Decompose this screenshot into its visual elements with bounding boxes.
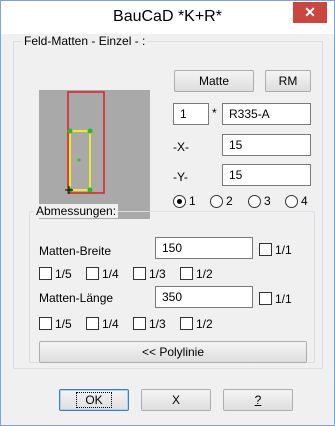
y-offset-label: -Y- bbox=[173, 170, 188, 184]
breite-fraction-checkbox-4[interactable] bbox=[180, 267, 193, 280]
breite-full-checkbox[interactable] bbox=[259, 243, 272, 256]
x-offset-input[interactable]: 15 bbox=[222, 134, 311, 156]
window-title: BauCaD *K+R* bbox=[113, 8, 222, 25]
group-feld-matten-legend: Feld-Matten - Einzel - : bbox=[22, 34, 148, 48]
breite-label: Matten-Breite bbox=[39, 244, 112, 258]
laenge-fraction-label-2: 1/4 bbox=[102, 317, 119, 331]
radio-option-2-label: 2 bbox=[226, 194, 233, 208]
x-offset-label: -X- bbox=[173, 140, 189, 154]
help-button[interactable]: ? bbox=[223, 389, 293, 411]
times-label: * bbox=[212, 106, 217, 120]
laenge-fraction-label-3: 1/3 bbox=[149, 317, 166, 331]
breite-fraction-label-2: 1/4 bbox=[102, 267, 119, 281]
radio-option-2[interactable] bbox=[210, 195, 223, 208]
laenge-full-label: 1/1 bbox=[275, 292, 292, 306]
breite-fraction-checkbox-1[interactable] bbox=[39, 267, 52, 280]
preview-drawing bbox=[65, 91, 105, 194]
rm-button[interactable]: RM bbox=[265, 70, 311, 92]
breite-fraction-checkbox-3[interactable] bbox=[133, 267, 146, 280]
group-abmessungen-legend: Abmessungen: bbox=[34, 204, 119, 218]
laenge-fraction-checkbox-2[interactable] bbox=[86, 317, 99, 330]
breite-fraction-checkbox-2[interactable] bbox=[86, 267, 99, 280]
dialog-window: BauCaD *K+R* ✕ Feld-Matten - Einzel - : bbox=[0, 0, 335, 426]
ok-button[interactable]: OK bbox=[59, 389, 129, 411]
laenge-fraction-label-1: 1/5 bbox=[55, 317, 72, 331]
radio-option-1[interactable] bbox=[173, 195, 186, 208]
breite-fraction-label-4: 1/2 bbox=[196, 267, 213, 281]
radio-option-3[interactable] bbox=[248, 195, 261, 208]
title-bar: BauCaD *K+R* ✕ bbox=[1, 1, 334, 34]
breite-fraction-label-1: 1/5 bbox=[55, 267, 72, 281]
matte-button[interactable]: Matte bbox=[174, 70, 254, 92]
laenge-full-checkbox[interactable] bbox=[259, 292, 272, 305]
matten-preview bbox=[39, 90, 150, 219]
breite-full-label: 1/1 bbox=[275, 243, 292, 257]
count-input[interactable]: 1 bbox=[173, 103, 209, 125]
radio-option-1-label: 1 bbox=[189, 194, 196, 208]
laenge-fraction-checkbox-4[interactable] bbox=[180, 317, 193, 330]
mat-type-input[interactable]: R335-A bbox=[222, 103, 311, 125]
marker-tr bbox=[87, 128, 93, 134]
center-marker bbox=[77, 158, 81, 162]
breite-fraction-label-3: 1/3 bbox=[149, 267, 166, 281]
laenge-input[interactable]: 350 bbox=[155, 286, 253, 308]
laenge-fraction-label-4: 1/2 bbox=[196, 317, 213, 331]
laenge-fraction-checkbox-3[interactable] bbox=[133, 317, 146, 330]
close-button[interactable]: ✕ bbox=[293, 2, 327, 23]
y-offset-input[interactable]: 15 bbox=[222, 164, 311, 186]
outline-rect bbox=[67, 91, 105, 194]
cancel-x-button[interactable]: X bbox=[141, 389, 211, 411]
breite-input[interactable]: 150 bbox=[155, 237, 253, 259]
laenge-fraction-checkbox-1[interactable] bbox=[39, 317, 52, 330]
radio-option-4-label: 4 bbox=[301, 194, 308, 208]
radio-option-4[interactable] bbox=[285, 195, 298, 208]
marker-tl bbox=[67, 128, 73, 134]
polylinie-button[interactable]: << Polylinie bbox=[39, 341, 307, 363]
laenge-label: Matten-Länge bbox=[39, 291, 114, 305]
dialog-body: Feld-Matten - Einzel - : Matte RM 1 * R3… bbox=[9, 34, 326, 416]
ok-button-label: OK bbox=[76, 392, 112, 408]
radio-option-3-label: 3 bbox=[264, 194, 271, 208]
marker-br bbox=[87, 187, 93, 193]
